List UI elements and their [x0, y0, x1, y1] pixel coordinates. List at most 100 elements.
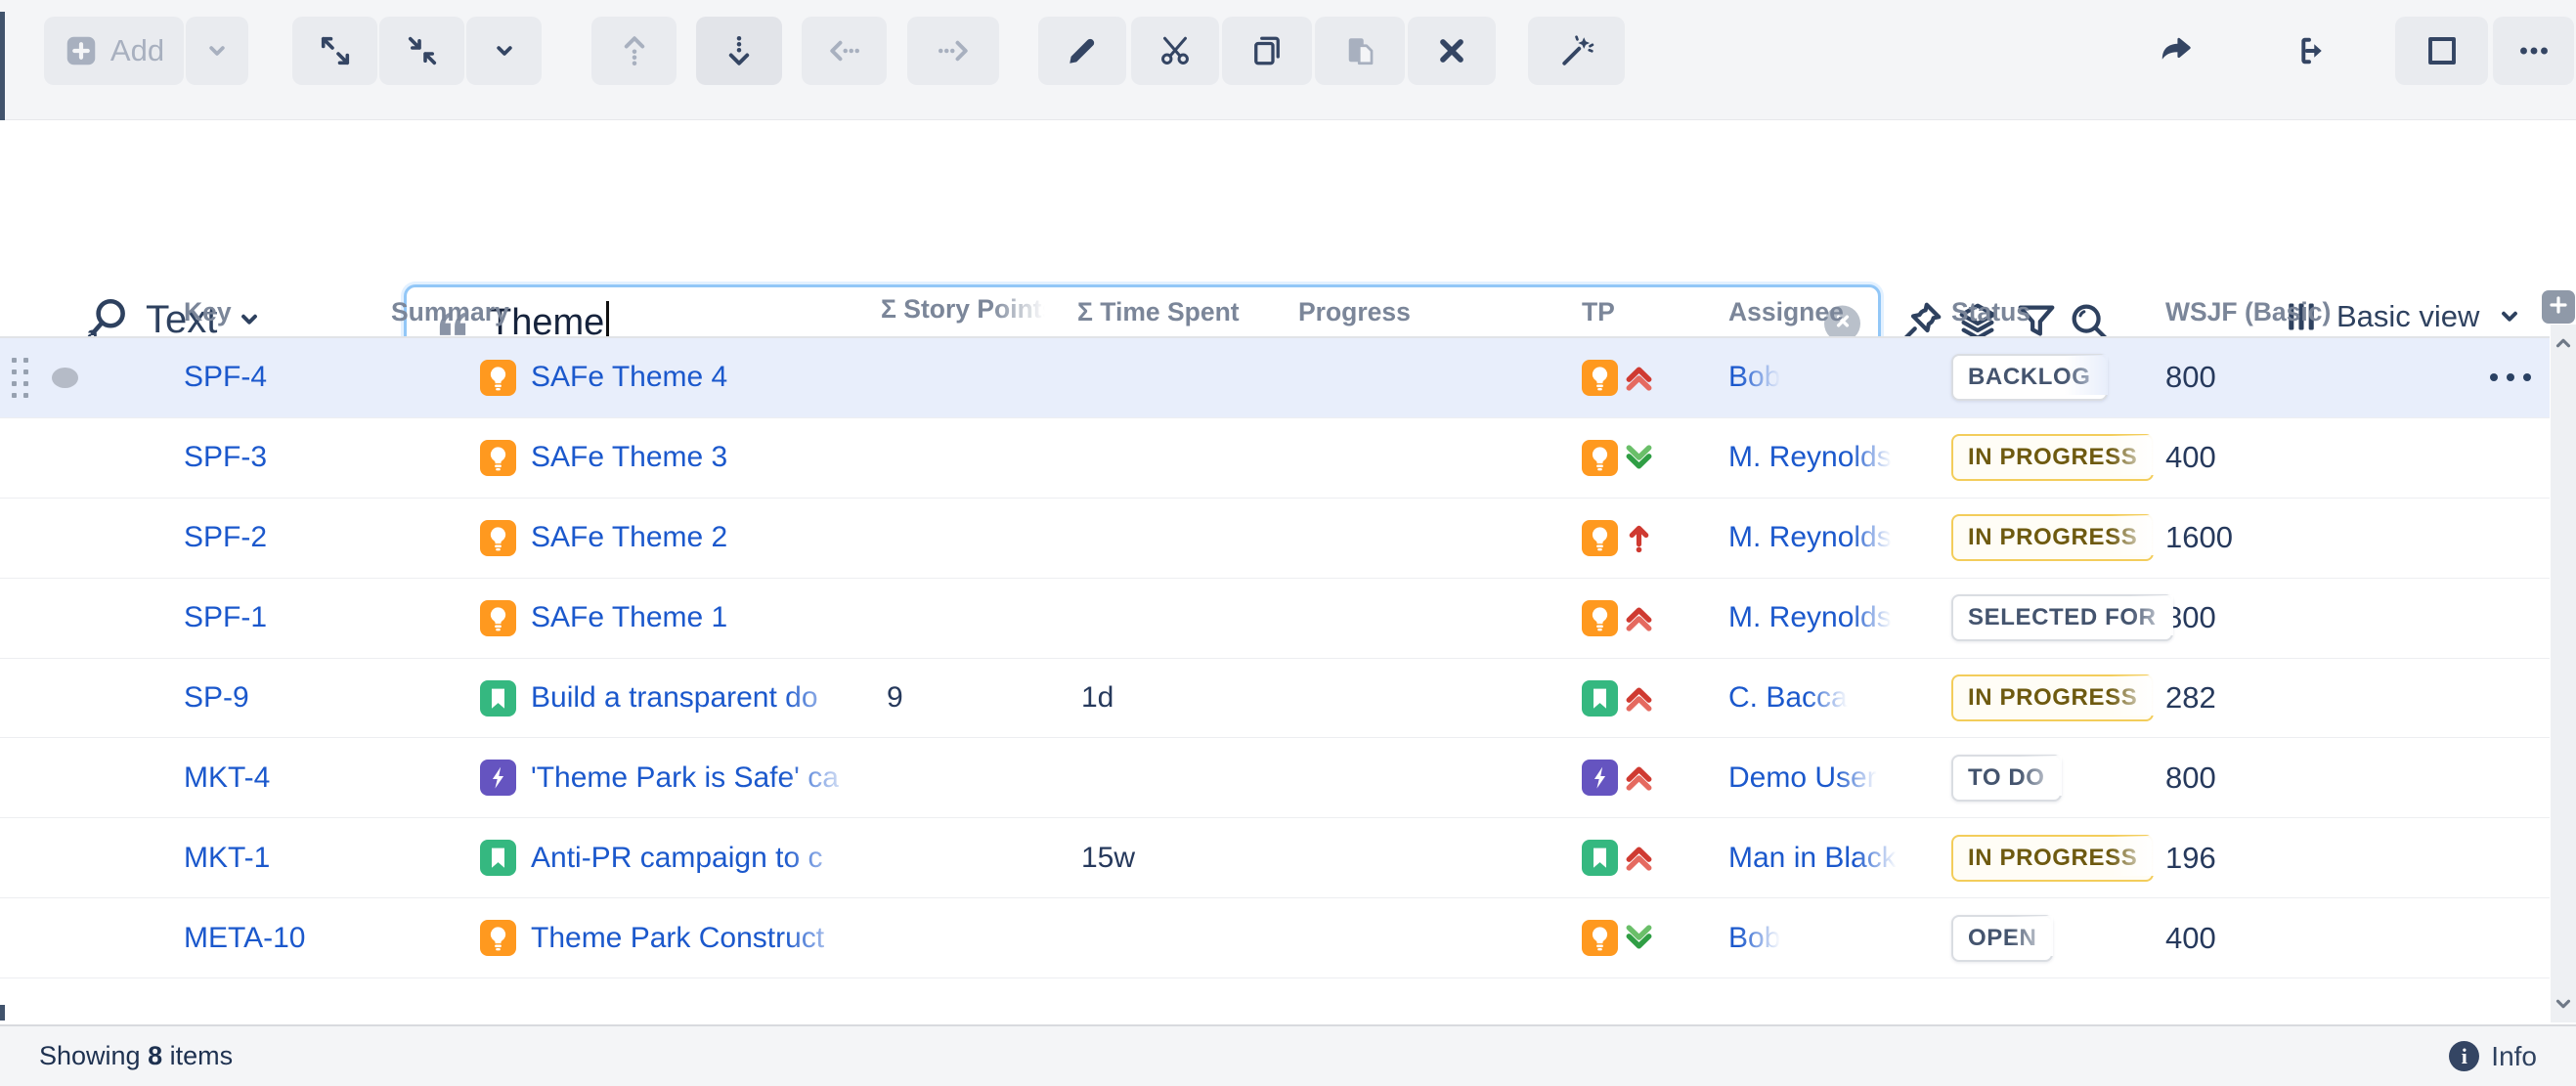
issue-table: Key Summary Σ Story Points Σ Time Spent …	[0, 288, 2550, 978]
cut-button[interactable]	[1131, 17, 1219, 85]
table-row[interactable]: MKT-1 Anti-PR campaign to c 15w Man in B…	[0, 818, 2550, 898]
chevron-down-icon	[491, 37, 518, 65]
issue-key-link[interactable]: SPF-1	[184, 601, 267, 633]
issue-key-link[interactable]: META-10	[184, 922, 305, 954]
assignee-link[interactable]: Bob	[1728, 922, 1780, 954]
status-badge[interactable]: IN PROGRESS	[1951, 836, 2154, 876]
issue-key-link[interactable]: SP-9	[184, 681, 249, 714]
x-icon	[1434, 33, 1469, 68]
column-header-tp[interactable]: TP	[1582, 297, 1728, 327]
add-button[interactable]: Add	[44, 17, 184, 85]
issue-key-link[interactable]: MKT-1	[184, 842, 270, 874]
column-header-progress[interactable]: Progress	[1298, 297, 1582, 327]
issue-summary-link[interactable]: Theme Park Construct	[531, 922, 824, 955]
column-header-assignee[interactable]: Assignee	[1728, 297, 1951, 327]
more-button[interactable]	[2493, 17, 2574, 85]
edit-button[interactable]	[1038, 17, 1126, 85]
status-badge[interactable]: TO DO	[1951, 756, 2062, 796]
export-button[interactable]	[2276, 17, 2348, 85]
status-badge[interactable]: IN PROGRESS	[1951, 515, 2154, 555]
column-header-wsjf[interactable]: WSJF (Basic)	[2165, 297, 2470, 327]
wsjf-value: 800	[2165, 600, 2470, 635]
issue-summary-link[interactable]: Anti-PR campaign to c	[531, 842, 822, 875]
assignee-link[interactable]: Man in Black	[1728, 842, 1897, 874]
status-badge[interactable]: IN PROGRESS	[1951, 435, 2154, 475]
assignee-link[interactable]: M. Reynolds	[1728, 521, 1892, 553]
priority-highest-icon	[1623, 602, 1655, 634]
status-bar: Showing 8 items i Info	[0, 1024, 2576, 1086]
status-badge[interactable]: IN PROGRESS	[1951, 675, 2154, 716]
share-button[interactable]	[2139, 17, 2211, 85]
table-row[interactable]: META-10 Theme Park Construct Bob OPEN 40…	[0, 898, 2550, 978]
column-header-time-spent[interactable]: Σ Time Spent	[1077, 297, 1298, 327]
issue-key-link[interactable]: SPF-2	[184, 521, 267, 553]
info-button[interactable]: i Info	[2449, 1041, 2537, 1072]
lightbulb-icon	[480, 440, 516, 476]
bookmark-icon	[480, 680, 516, 717]
vertical-scrollbar[interactable]	[2551, 325, 2576, 1022]
issue-summary-link[interactable]: SAFe Theme 1	[531, 601, 727, 634]
paste-icon	[1342, 33, 1377, 68]
assignee-link[interactable]: M. Reynolds	[1728, 601, 1892, 633]
info-label: Info	[2491, 1041, 2537, 1072]
issue-summary-link[interactable]: Build a transparent do	[531, 681, 818, 715]
arrow-left-dotted-icon	[827, 33, 862, 68]
column-header-status[interactable]: Status	[1951, 297, 2165, 327]
collapse-all-button[interactable]	[379, 17, 464, 85]
issue-key-link[interactable]: SPF-4	[184, 361, 267, 393]
table-row[interactable]: SPF-2 SAFe Theme 2 M. Reynolds IN PROGRE…	[0, 499, 2550, 579]
assignee-link[interactable]: M. Reynolds	[1728, 441, 1892, 473]
add-column-button[interactable]	[2542, 290, 2575, 324]
column-header-summary[interactable]: Summary	[391, 297, 881, 327]
lightbulb-icon	[480, 920, 516, 956]
status-badge[interactable]: SELECTED FOR	[1951, 595, 2173, 635]
row-actions-button[interactable]	[2470, 373, 2550, 381]
assignee-link[interactable]: Demo User	[1728, 761, 1877, 794]
toolbar: Add	[0, 0, 2576, 120]
lightbulb-icon	[480, 520, 516, 556]
status-badge[interactable]: BACKLOG	[1951, 355, 2108, 395]
move-up-button[interactable]	[591, 17, 677, 85]
issue-summary-link[interactable]: SAFe Theme 3	[531, 441, 727, 474]
fullscreen-button[interactable]	[2395, 17, 2488, 85]
move-down-button[interactable]	[696, 17, 782, 85]
assignee-link[interactable]: C. Bacca	[1728, 681, 1848, 714]
priority-highest-icon	[1623, 842, 1655, 874]
add-more-button[interactable]	[186, 17, 248, 85]
issue-summary-link[interactable]: 'Theme Park is Safe' ca	[531, 761, 839, 795]
table-row[interactable]: SPF-3 SAFe Theme 3 M. Reynolds IN PROGRE…	[0, 418, 2550, 499]
wsjf-value: 282	[2165, 680, 2470, 716]
selection-dot-icon[interactable]	[52, 368, 78, 388]
issue-key-link[interactable]: SPF-3	[184, 441, 267, 473]
search-row: a Text Theme Basic view	[0, 120, 2576, 288]
column-header-key[interactable]: Key	[184, 297, 391, 327]
scroll-up-icon[interactable]	[2553, 332, 2574, 354]
wsjf-value: 800	[2165, 760, 2470, 796]
bookmark-icon	[480, 840, 516, 876]
issue-key-link[interactable]: MKT-4	[184, 761, 270, 794]
priority-highest-icon	[1623, 362, 1655, 394]
delete-button[interactable]	[1408, 17, 1496, 85]
table-row[interactable]: SPF-1 SAFe Theme 1 M. Reynolds SELECTED …	[0, 579, 2550, 659]
magic-wand-icon	[1559, 33, 1594, 68]
drag-handle-icon[interactable]	[12, 358, 28, 398]
column-header-story-points[interactable]: Σ Story Points	[881, 294, 1045, 325]
bookmark-icon	[1582, 680, 1618, 717]
ellipsis-icon	[2516, 33, 2552, 68]
scroll-down-icon[interactable]	[2553, 993, 2574, 1015]
copy-button[interactable]	[1222, 17, 1312, 85]
issue-summary-link[interactable]: SAFe Theme 4	[531, 361, 727, 394]
expand-options-button[interactable]	[466, 17, 542, 85]
move-right-button[interactable]	[907, 17, 999, 85]
status-badge[interactable]: OPEN	[1951, 916, 2053, 956]
table-row[interactable]: SPF-4 SAFe Theme 4 Bob BACKLOG 800	[0, 338, 2550, 418]
table-row[interactable]: SP-9 Build a transparent do 9 1d C. Bacc…	[0, 659, 2550, 739]
paste-button[interactable]	[1315, 17, 1405, 85]
issue-summary-link[interactable]: SAFe Theme 2	[531, 521, 727, 554]
automation-button[interactable]	[1528, 17, 1625, 85]
assignee-link[interactable]: Bob	[1728, 361, 1780, 393]
expand-all-button[interactable]	[292, 17, 377, 85]
move-left-button[interactable]	[802, 17, 887, 85]
table-row[interactable]: MKT-4 'Theme Park is Safe' ca Demo User …	[0, 738, 2550, 818]
time-spent-value: 1d	[1077, 681, 1298, 715]
